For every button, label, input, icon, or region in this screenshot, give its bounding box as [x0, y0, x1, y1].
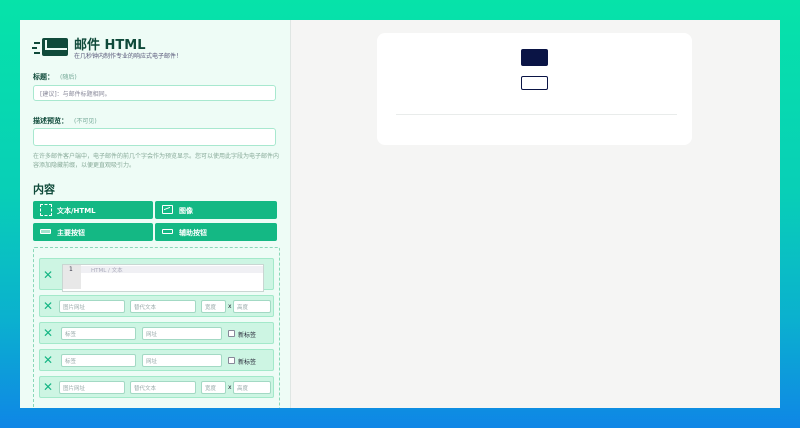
remove-image-block-button[interactable]: ✕: [43, 300, 53, 312]
add-secondary-label: 辅助按钮: [179, 229, 207, 237]
secondary-button-block: ✕ 标签 网址 新标签: [39, 349, 274, 371]
primary-button-icon: [40, 229, 51, 234]
editor-panel: 邮件 HTML 在几秒钟内制作专业的响应式电子邮件！ 标题： (随后) [建议]：…: [20, 20, 291, 408]
app-window: 邮件 HTML 在几秒钟内制作专业的响应式电子邮件！ 标题： (随后) [建议]：…: [20, 20, 780, 408]
button-url-input[interactable]: 网址: [142, 354, 222, 367]
subject-label: 标题： (随后): [33, 72, 77, 82]
image-icon: [162, 205, 173, 214]
preview-divider: [396, 114, 677, 115]
add-primary-label: 主要按钮: [57, 229, 85, 237]
content-blocks-list: ✕ 1 HTML / 文本 ✕ 图片网址 替代文本 宽度 x 高度 ✕ 标签 网…: [33, 247, 280, 408]
content-heading: 内容: [33, 183, 55, 196]
add-text-label: 文本/HTML: [57, 207, 96, 215]
subject-hint: (随后): [60, 74, 77, 81]
new-tab-checkbox[interactable]: [228, 330, 235, 337]
text-icon: [40, 204, 52, 216]
app-subtitle: 在几秒钟内制作专业的响应式电子邮件！: [74, 53, 183, 60]
image-height-input[interactable]: 高度: [233, 300, 271, 313]
image-alt-input[interactable]: 替代文本: [130, 381, 196, 394]
image-block: ✕ 图片网址 替代文本 宽度 x 高度: [39, 376, 274, 398]
dimension-separator: x: [228, 303, 232, 310]
image-url-input[interactable]: 图片网址: [59, 300, 125, 313]
add-image-label: 图像: [179, 207, 193, 215]
subject-label-text: 标题：: [33, 73, 54, 81]
add-primary-button[interactable]: 主要按钮: [33, 223, 153, 241]
text-block: ✕ 1 HTML / 文本: [39, 258, 274, 292]
button-label-input[interactable]: 标签: [61, 354, 136, 367]
line-number: 1: [69, 266, 73, 273]
add-image-button[interactable]: 图像: [155, 201, 277, 219]
image-block: ✕ 图片网址 替代文本 宽度 x 高度: [39, 295, 274, 317]
new-tab-label: 新标签: [238, 359, 257, 366]
subject-input[interactable]: [建议]：与邮件标题相同。: [33, 85, 276, 101]
image-url-input[interactable]: 图片网址: [59, 381, 125, 394]
preheader-label: 描述预览： (不可见): [33, 116, 97, 126]
add-secondary-button[interactable]: 辅助按钮: [155, 223, 277, 241]
preheader-description: 在许多邮件客户端中，电子邮件的前几个字会作为预览显示。您可以使用此字段为电子邮件…: [33, 153, 280, 169]
dimension-separator: x: [228, 384, 232, 391]
preview-panel: [291, 20, 780, 408]
button-label-input[interactable]: 标签: [61, 327, 136, 340]
preview-secondary-button[interactable]: [521, 76, 548, 90]
html-text-editor[interactable]: 1 HTML / 文本: [62, 264, 264, 292]
editor-gutter: 1: [63, 265, 81, 289]
image-alt-input[interactable]: 替代文本: [130, 300, 196, 313]
preheader-hint: (不可见): [74, 118, 97, 125]
new-tab-label: 新标签: [238, 332, 257, 339]
primary-button-block: ✕ 标签 网址 新标签: [39, 322, 274, 344]
remove-image-block-button[interactable]: ✕: [43, 381, 53, 393]
preview-primary-button[interactable]: [521, 49, 548, 66]
new-tab-checkbox[interactable]: [228, 357, 235, 364]
remove-button-block-button[interactable]: ✕: [43, 354, 53, 366]
mail-logo-icon: [32, 38, 68, 60]
remove-button-block-button[interactable]: ✕: [43, 327, 53, 339]
remove-text-block-button[interactable]: ✕: [43, 269, 53, 281]
image-height-input[interactable]: 高度: [233, 381, 271, 394]
add-text-button[interactable]: 文本/HTML: [33, 201, 153, 219]
image-width-input[interactable]: 宽度: [201, 300, 226, 313]
preheader-input[interactable]: [33, 128, 276, 146]
secondary-button-icon: [162, 229, 173, 234]
editor-placeholder: HTML / 文本: [91, 268, 123, 274]
preheader-label-text: 描述预览：: [33, 117, 68, 125]
email-preview-card: [377, 33, 692, 145]
image-width-input[interactable]: 宽度: [201, 381, 226, 394]
button-url-input[interactable]: 网址: [142, 327, 222, 340]
